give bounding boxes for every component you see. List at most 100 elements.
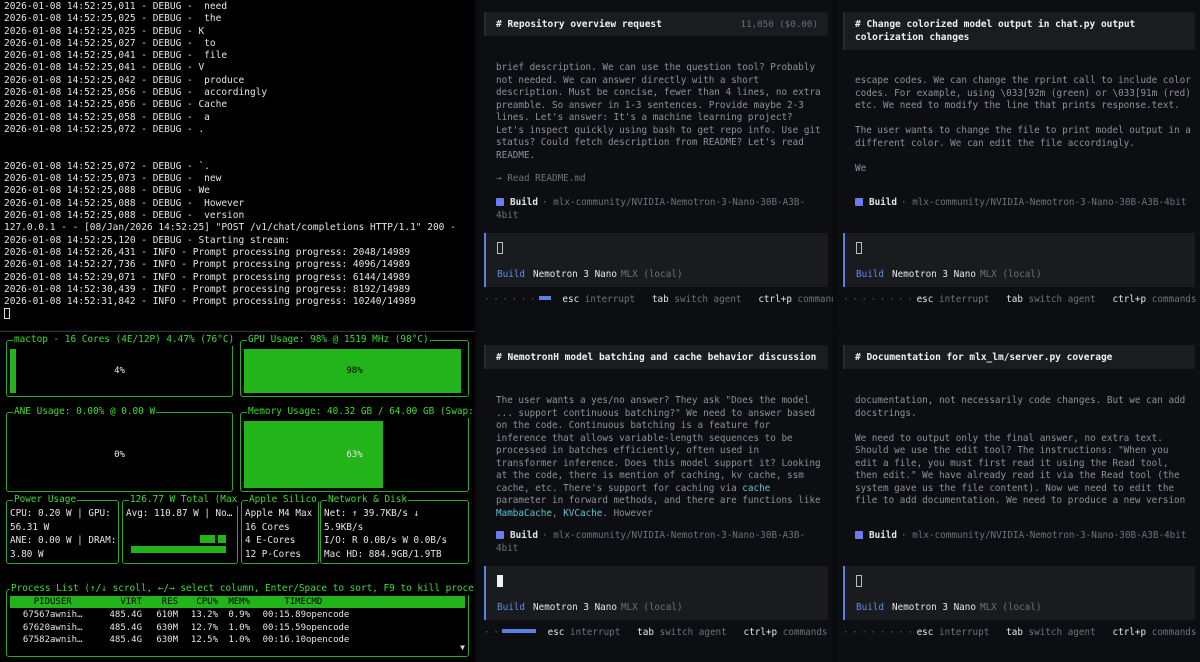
esc-key[interactable]: esc bbox=[917, 294, 934, 305]
switch-agent-label[interactable]: switch agent bbox=[660, 627, 727, 638]
prompt-input[interactable]: Build Nemotron 3 Nano MLX (local) bbox=[484, 566, 828, 620]
esc-key[interactable]: esc bbox=[562, 294, 579, 305]
log-lines: 2026-01-08 14:52:25,011 - DEBUG - need 20… bbox=[4, 1, 475, 308]
process-row[interactable]: 67620awnih… 485.4G 630M 12.7% 1.0% 00:15.59op… bbox=[10, 622, 465, 634]
column-header-res[interactable]: RES bbox=[142, 596, 178, 608]
tab-key[interactable]: tab bbox=[1006, 627, 1023, 638]
panel-line: 12 P-Cores bbox=[245, 548, 301, 560]
build-label: Build bbox=[510, 197, 538, 208]
interrupt-label[interactable]: interrupt bbox=[939, 627, 989, 638]
process-cell: 610M bbox=[156, 610, 178, 620]
opencode-session-4[interactable]: # Documentation for mlx_lm/server.py cov… bbox=[838, 333, 1200, 662]
log-line: 2026-01-08 14:52:25,056 - DEBUG - Cache bbox=[4, 99, 228, 111]
model-name[interactable]: Nemotron 3 Nano bbox=[533, 602, 617, 613]
interrupt-label[interactable]: interrupt bbox=[939, 294, 989, 305]
server-log-terminal[interactable]: 2026-01-08 14:52:25,011 - DEBUG - need 20… bbox=[0, 0, 475, 330]
opencode-session-2[interactable]: # Change colorized model output in chat.… bbox=[838, 0, 1200, 329]
ctrl-p-key[interactable]: ctrl+p bbox=[744, 627, 778, 638]
process-cell: 1.0% bbox=[228, 635, 250, 645]
column-header-virt[interactable]: VIRT bbox=[98, 596, 142, 608]
commands-label[interactable]: commands bbox=[1152, 294, 1197, 305]
progress-spinner: · · · · · · bbox=[484, 294, 540, 305]
progress-spinner: · · · · · · · · bbox=[843, 294, 917, 305]
process-cell: awnih… bbox=[50, 610, 83, 620]
column-header-mem-pct[interactable]: MEM% bbox=[218, 596, 250, 608]
text-cursor bbox=[497, 242, 503, 254]
interrupt-label[interactable]: interrupt bbox=[570, 627, 620, 638]
ctrl-p-key[interactable]: ctrl+p bbox=[758, 294, 792, 305]
process-cell: opencode bbox=[306, 635, 350, 645]
process-cell: 12.7% bbox=[190, 622, 218, 633]
agent-name[interactable]: Build bbox=[497, 269, 525, 280]
process-cell: 485.4G bbox=[109, 622, 142, 633]
tab-key[interactable]: tab bbox=[652, 294, 669, 305]
build-model-name: · mlx-community/NVIDIA-Nemotron-3-Nano-3… bbox=[496, 530, 806, 554]
session-title-bar: # Documentation for mlx_lm/server.py cov… bbox=[843, 345, 1195, 369]
commands-label[interactable]: commands bbox=[1152, 627, 1197, 638]
process-row[interactable]: 67582awnih… 485.4G 630M 12.5% 1.0% 00:16.10op… bbox=[10, 634, 465, 646]
session-title: # Repository overview request bbox=[496, 18, 662, 30]
process-list-title: Process List (↑/↓ scroll, ←/→ select col… bbox=[10, 583, 475, 595]
opencode-session-1[interactable]: # Repository overview request 11,050 ($0.… bbox=[479, 0, 833, 329]
model-name[interactable]: Nemotron 3 Nano bbox=[533, 269, 617, 280]
model-name[interactable]: Nemotron 3 Nano bbox=[892, 269, 976, 280]
mactop-monitor[interactable]: mactop - 16 Cores (4E/12P) 4.47% (76°C) … bbox=[0, 331, 475, 662]
tool-call-read[interactable]: → Read README.md bbox=[496, 173, 586, 184]
model-name[interactable]: Nemotron 3 Nano bbox=[892, 602, 976, 613]
prompt-input[interactable]: Build Nemotron 3 Nano MLX (local) bbox=[843, 233, 1195, 287]
switch-agent-label[interactable]: switch agent bbox=[1029, 294, 1096, 305]
process-list[interactable]: Process List (↑/↓ scroll, ←/→ select col… bbox=[6, 583, 475, 657]
status-bar: · · · · · · · · esc interrupt tab switch… bbox=[843, 627, 1200, 638]
process-cell: opencode bbox=[306, 610, 350, 620]
interrupt-label[interactable]: interrupt bbox=[585, 294, 635, 305]
process-cell: 0.9% bbox=[228, 610, 250, 620]
total-power-text: Avg: 110.87 W | No… bbox=[126, 507, 235, 521]
cpu-gauge-title: mactop - 16 Cores (4E/12P) 4.47% (76°C) bbox=[13, 334, 236, 346]
input-agent-info: Build Nemotron 3 Nano MLX (local) bbox=[856, 269, 1042, 280]
column-header-user[interactable]: USER bbox=[50, 596, 98, 608]
tab-key[interactable]: tab bbox=[1006, 294, 1023, 305]
scroll-down-icon[interactable]: ▼ bbox=[460, 642, 465, 654]
opencode-session-3[interactable]: # NemotronH model batching and cache beh… bbox=[479, 333, 833, 662]
esc-key[interactable]: esc bbox=[548, 627, 565, 638]
network-disk-title: Network & Disk bbox=[327, 494, 409, 506]
log-line: 2026-01-08 14:52:25,056 - DEBUG - accord… bbox=[4, 87, 268, 99]
column-header-cmd[interactable]: CMD bbox=[306, 596, 366, 608]
commands-label[interactable]: commands bbox=[798, 294, 833, 305]
status-bar: · · esc interrupt tab switch agent ctrl+… bbox=[484, 627, 833, 638]
chip-info-text: Apple M4 Max 16 Cores 4 E-Cores 12 P-Cores bbox=[245, 507, 316, 561]
log-line: 2026-01-08 14:52:25,120 - DEBUG - Starti… bbox=[4, 234, 290, 246]
provider-name: MLX (local) bbox=[979, 269, 1042, 280]
power-panel: Power Usage CPU: 0.20 W | GPU: 56.31 W ANE… bbox=[6, 494, 119, 564]
prompt-input[interactable]: Build Nemotron 3 Nano MLX (local) bbox=[484, 233, 828, 287]
log-line: 2026-01-08 14:52:25,041 - DEBUG - file bbox=[4, 50, 228, 62]
log-line: 2026-01-08 14:52:25,042 - DEBUG - produc… bbox=[4, 74, 245, 86]
process-row[interactable]: 67567awnih… 485.4G 610M 13.2% 0.9% 00:15.89op… bbox=[10, 609, 465, 621]
session-title: # NemotronH model batching and cache beh… bbox=[496, 351, 817, 363]
panel-line: 5.9KB/s bbox=[324, 521, 364, 533]
ctrl-p-key[interactable]: ctrl+p bbox=[1113, 627, 1147, 638]
switch-agent-label[interactable]: switch agent bbox=[674, 294, 741, 305]
tab-key[interactable]: tab bbox=[637, 627, 654, 638]
panel-line: 16 Cores bbox=[245, 521, 290, 533]
switch-agent-label[interactable]: switch agent bbox=[1029, 627, 1096, 638]
agent-name[interactable]: Build bbox=[856, 269, 884, 280]
column-header-pid[interactable]: PID bbox=[10, 596, 50, 608]
progress-spinner: · · · · · · · · bbox=[843, 627, 917, 638]
ane-gauge-title: ANE Usage: 0.00% @ 0.00 W bbox=[13, 406, 157, 418]
chip-info-title: Apple Silico bbox=[248, 494, 318, 506]
esc-key[interactable]: esc bbox=[917, 627, 934, 638]
commands-label[interactable]: commands bbox=[783, 627, 828, 638]
column-header-cpu-pct[interactable]: CPU% bbox=[178, 596, 218, 608]
log-line: 2026-01-08 14:52:25,058 - DEBUG - a bbox=[4, 111, 210, 123]
process-list-header[interactable]: PIDUSER VIRT RES CPU% MEM% TIMECMD bbox=[10, 596, 465, 608]
agent-name[interactable]: Build bbox=[497, 602, 525, 613]
reasoning-text-segment: parameter in forward methods, and there … bbox=[496, 495, 821, 506]
process-cell: 00:15.89 bbox=[262, 610, 306, 620]
ctrl-p-key[interactable]: ctrl+p bbox=[1113, 294, 1147, 305]
column-header-time[interactable]: TIME bbox=[250, 596, 306, 608]
desktop: 2026-01-08 14:52:25,011 - DEBUG - need 20… bbox=[0, 0, 1200, 662]
prompt-input[interactable]: Build Nemotron 3 Nano MLX (local) bbox=[843, 566, 1195, 620]
agent-name[interactable]: Build bbox=[856, 602, 884, 613]
log-line: 2026-01-08 14:52:25,073 - DEBUG - new bbox=[4, 173, 222, 185]
